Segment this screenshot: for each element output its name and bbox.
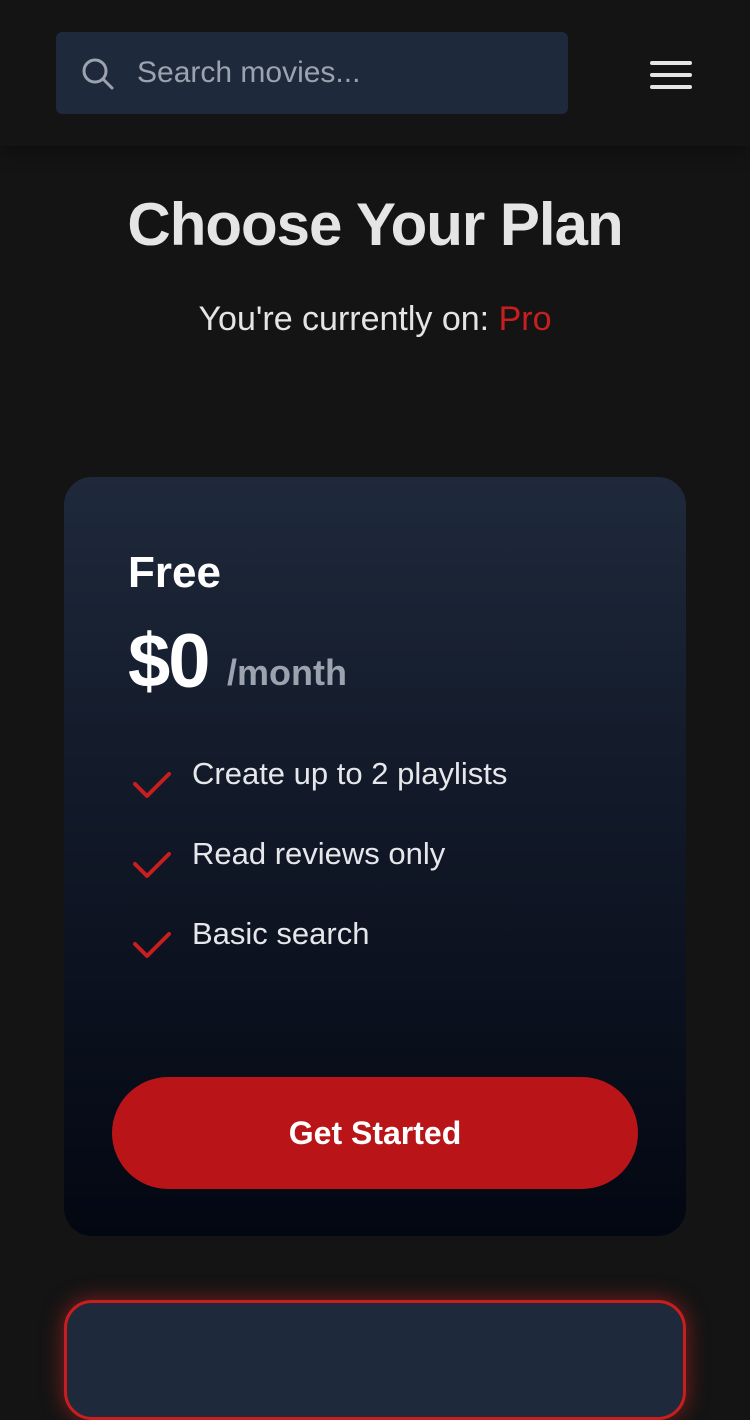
feature-label: Basic search (192, 916, 370, 951)
current-plan-text: You're currently on: Pro (0, 300, 750, 339)
plan-card-highlighted (64, 1300, 686, 1420)
hamburger-menu-icon[interactable] (648, 56, 694, 94)
check-icon (133, 772, 171, 798)
page-title: Choose Your Plan (127, 191, 623, 258)
feature-label: Read reviews only (192, 836, 446, 871)
plan-title: Free (128, 548, 221, 597)
feature-item: Read reviews only (130, 836, 650, 886)
plan-period: /month (227, 652, 347, 693)
current-plan-name: Pro (498, 300, 552, 338)
search-icon[interactable] (80, 56, 116, 92)
search-input[interactable] (137, 52, 557, 94)
feature-label: Create up to 2 playlists (192, 756, 508, 791)
get-started-button[interactable]: Get Started (112, 1077, 638, 1189)
feature-item: Basic search (130, 916, 650, 966)
check-icon (133, 932, 171, 958)
plan-price: $0 (128, 619, 211, 704)
feature-item: Create up to 2 playlists (130, 756, 650, 806)
current-plan-prefix: You're currently on: (198, 300, 499, 338)
check-icon (133, 852, 171, 878)
